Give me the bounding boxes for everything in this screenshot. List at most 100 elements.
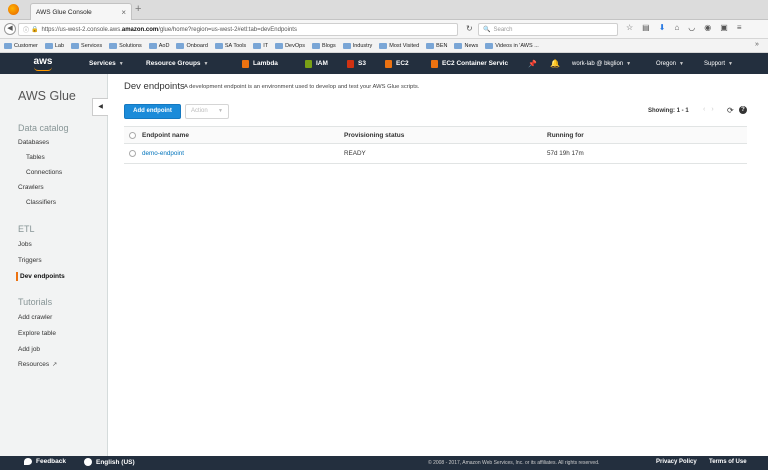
screenshot-icon[interactable]: ▣ xyxy=(720,23,728,32)
browser-search-input[interactable]: 🔍 Search xyxy=(478,23,618,36)
tab-close-icon[interactable]: × xyxy=(121,8,126,17)
bookmark-item[interactable]: News xyxy=(454,42,479,49)
back-arrow-icon[interactable]: ◀ xyxy=(4,23,16,35)
sidebar-item-jobs[interactable]: Jobs xyxy=(18,241,32,248)
download-icon[interactable]: ⬇ xyxy=(659,23,666,32)
column-header-endpoint-name[interactable]: Endpoint name xyxy=(142,132,189,139)
shortcut-label: EC2 Container Servic xyxy=(442,60,509,67)
sidebar-item-triggers[interactable]: Triggers xyxy=(18,257,42,264)
extension-icon[interactable]: ◉ xyxy=(704,23,711,32)
privacy-policy-link[interactable]: Privacy Policy xyxy=(656,459,697,465)
sidebar-item-add-job[interactable]: Add job xyxy=(18,346,40,353)
chevron-down-icon: ▼ xyxy=(218,108,223,114)
external-link-icon: ↗ xyxy=(52,362,58,368)
folder-icon xyxy=(426,42,435,49)
language-selector[interactable]: English (US) xyxy=(84,458,135,466)
chevron-right-icon[interactable]: › xyxy=(711,106,719,113)
sidebar-item-crawlers[interactable]: Crawlers xyxy=(18,184,44,191)
terms-of-use-link[interactable]: Terms of Use xyxy=(709,459,747,465)
shortcut-lambda[interactable]: Lambda xyxy=(242,53,278,74)
bookmark-item[interactable]: SA Tools xyxy=(214,42,246,49)
column-header-running-for[interactable]: Running for xyxy=(547,132,584,139)
account-menu[interactable]: work-lab @ bkglion ▼ xyxy=(572,53,631,74)
support-menu[interactable]: Support ▼ xyxy=(704,53,733,74)
bookmark-item[interactable]: Blogs xyxy=(311,42,336,49)
endpoint-name-link[interactable]: demo-endpoint xyxy=(142,150,184,157)
address-bar[interactable]: ⓘ 🔒 https://us-west-2.console.aws. amazon… xyxy=(18,23,458,36)
bookmark-item[interactable]: Videos in 'AWS ... xyxy=(485,42,539,49)
add-endpoint-button[interactable]: Add endpoint xyxy=(124,104,181,119)
sidebar-title: AWS Glue xyxy=(18,89,76,103)
page-description: A development endpoint is an environment… xyxy=(184,84,420,90)
firefox-logo-icon xyxy=(8,4,19,15)
bookmark-label: IT xyxy=(263,42,269,49)
iam-icon xyxy=(305,59,312,68)
shortcut-s3[interactable]: S3 xyxy=(347,53,366,74)
sidebar-item-databases[interactable]: Databases xyxy=(18,139,49,146)
active-indicator xyxy=(16,272,18,281)
hamburger-menu-icon[interactable]: ≡ xyxy=(737,23,742,32)
sidebar-item-add-crawler[interactable]: Add crawler xyxy=(18,314,52,321)
search-placeholder: Search xyxy=(493,26,513,33)
bookmark-item[interactable]: Lab xyxy=(44,42,64,49)
table-row[interactable]: demo-endpoint READY 57d 19h 17m xyxy=(124,144,747,164)
new-tab-button[interactable]: + xyxy=(135,3,141,15)
bookmark-label: Blogs xyxy=(321,42,336,49)
sidebar-item-connections[interactable]: Connections xyxy=(26,169,62,176)
folder-icon xyxy=(148,42,157,49)
reload-icon[interactable]: ↻ xyxy=(466,24,473,33)
shortcut-label: S3 xyxy=(358,60,366,67)
info-icon[interactable]: ⓘ xyxy=(23,25,29,34)
bookmarks-overflow-button[interactable]: » xyxy=(755,41,759,48)
bookmark-item[interactable]: Services xyxy=(71,42,102,49)
bell-icon[interactable]: 🔔 xyxy=(550,53,560,74)
resource-groups-menu[interactable]: Resource Groups ▼ xyxy=(146,53,209,74)
star-icon[interactable]: ☆ xyxy=(626,23,633,32)
bookmark-label: BEN xyxy=(436,42,448,49)
sidebar-item-resources[interactable]: Resources ↗ xyxy=(18,361,57,368)
shortcut-iam[interactable]: IAM xyxy=(305,53,328,74)
column-header-provisioning-status[interactable]: Provisioning status xyxy=(344,132,404,139)
support-label: Support xyxy=(704,60,726,67)
services-menu[interactable]: Services ▼ xyxy=(89,53,124,74)
help-icon[interactable]: ? xyxy=(739,106,747,114)
shortcut-label: EC2 xyxy=(396,60,409,67)
row-select-radio[interactable] xyxy=(129,150,136,157)
bookmark-item[interactable]: Most Visited xyxy=(379,42,419,49)
bookmark-item[interactable]: DevOps xyxy=(275,42,305,49)
feedback-button[interactable]: Feedback xyxy=(24,458,66,465)
refresh-icon[interactable]: ⟳ xyxy=(727,106,734,115)
sidebar-item-classifiers[interactable]: Classifiers xyxy=(26,199,56,206)
region-menu[interactable]: Oregon ▼ xyxy=(656,53,684,74)
sidebar-section-tutorials: Tutorials xyxy=(18,297,53,307)
bookmark-item[interactable]: Industry xyxy=(342,42,372,49)
bookmark-item[interactable]: Customer xyxy=(4,42,38,49)
bookmark-item[interactable]: Onboard xyxy=(176,42,208,49)
home-icon[interactable]: ⌂ xyxy=(674,23,679,32)
folder-icon xyxy=(253,42,262,49)
chevron-down-icon: ▼ xyxy=(728,60,733,67)
browser-tab[interactable]: AWS Glue Console × xyxy=(30,3,132,20)
folder-icon xyxy=(485,42,494,49)
bookmark-item[interactable]: BEN xyxy=(426,42,448,49)
url-domain: amazon.com xyxy=(121,26,159,33)
bookmark-label: News xyxy=(464,42,479,49)
shortcut-ec2[interactable]: EC2 xyxy=(385,53,409,74)
provisioning-status: READY xyxy=(344,150,366,157)
sidebar-item-tables[interactable]: Tables xyxy=(26,154,45,161)
bookmark-item[interactable]: AoD xyxy=(148,42,169,49)
collapse-sidebar-button[interactable]: ◀ xyxy=(92,98,108,116)
sidebar-item-explore-table[interactable]: Explore table xyxy=(18,330,56,337)
bookmark-item[interactable]: Solutions xyxy=(109,42,142,49)
shortcut-ec2-container-service[interactable]: EC2 Container Servic xyxy=(431,53,508,74)
action-dropdown[interactable]: Action ▼ xyxy=(185,104,229,119)
sidebar-item-dev-endpoints[interactable]: Dev endpoints xyxy=(20,273,65,280)
select-all-checkbox[interactable] xyxy=(129,132,136,139)
pin-icon[interactable]: 📌 xyxy=(528,53,537,74)
folder-icon xyxy=(311,42,320,49)
reader-icon[interactable]: ▤ xyxy=(642,23,650,32)
chevron-down-icon: ▼ xyxy=(118,60,124,67)
bookmark-item[interactable]: IT xyxy=(253,42,269,49)
pocket-icon[interactable]: ◡ xyxy=(688,23,695,32)
aws-logo[interactable]: aws xyxy=(26,54,60,73)
